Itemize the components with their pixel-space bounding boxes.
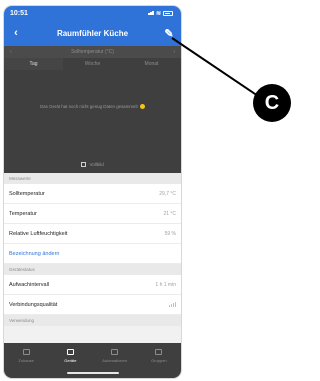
callout-badge: C	[253, 84, 291, 122]
callout-leader-line	[171, 37, 259, 97]
